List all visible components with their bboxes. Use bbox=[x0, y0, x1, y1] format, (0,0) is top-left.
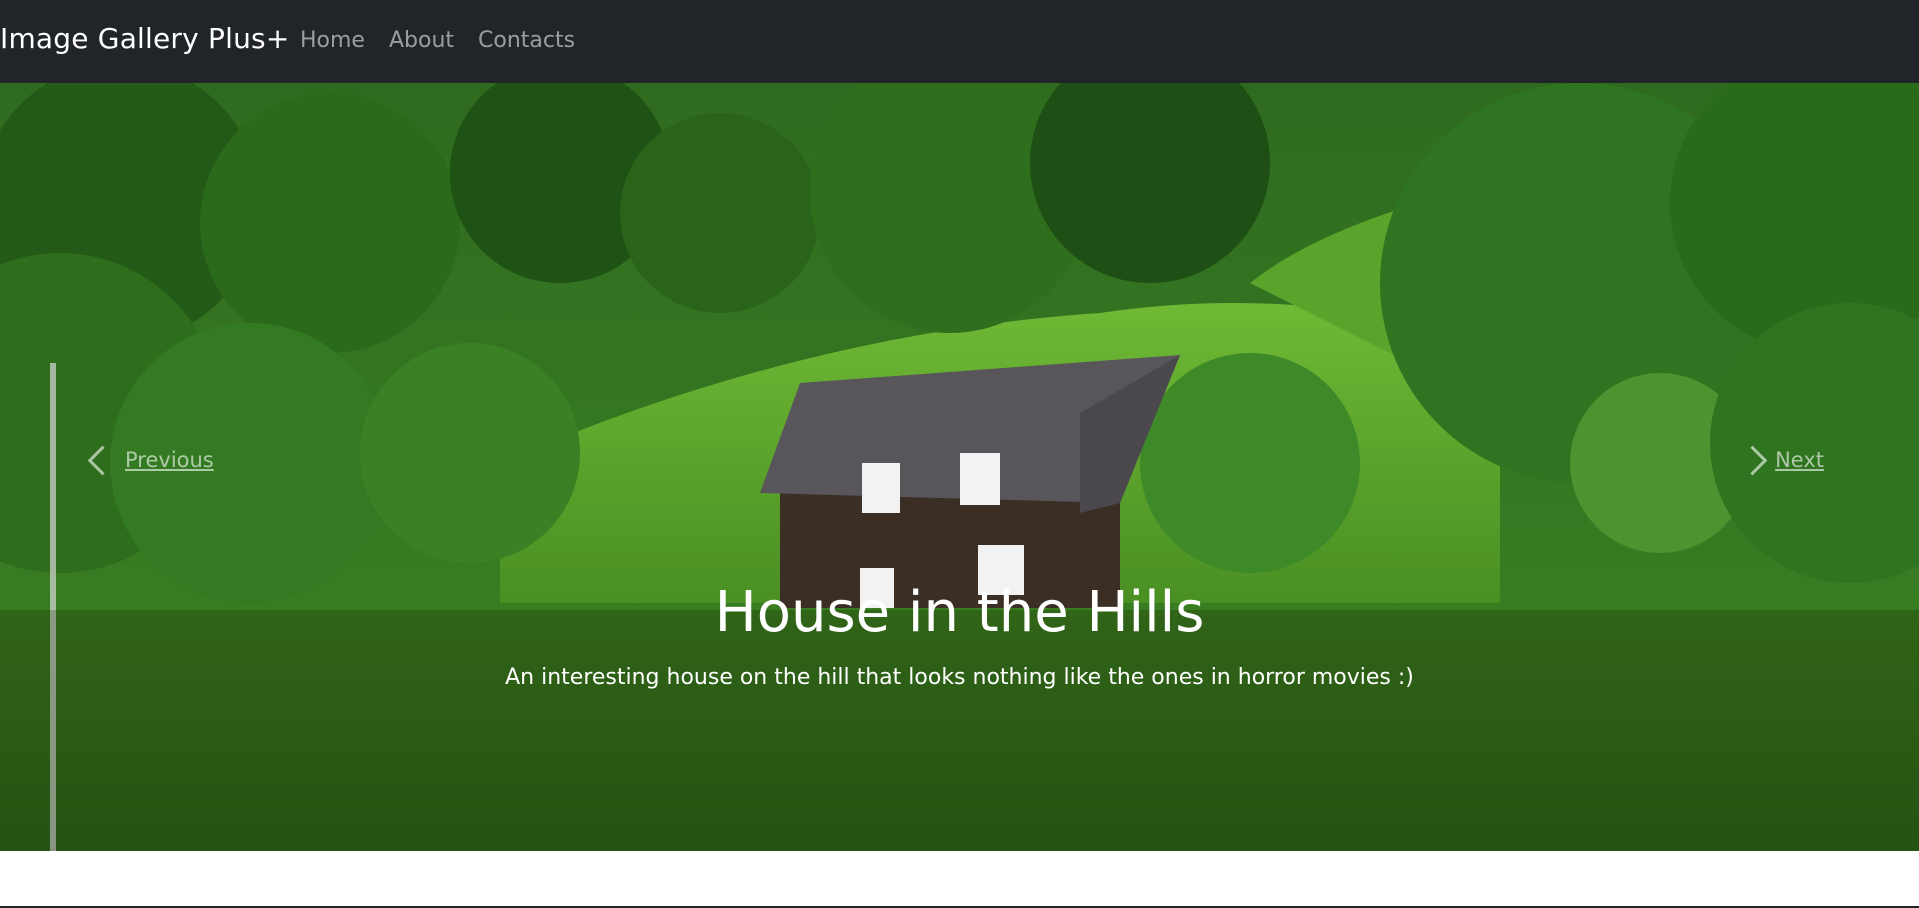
page-bottom bbox=[0, 851, 1919, 908]
chevron-right-icon bbox=[1737, 445, 1768, 475]
nav-links: Home About Contacts bbox=[300, 28, 599, 53]
nav-link-contacts[interactable]: Contacts bbox=[478, 28, 575, 53]
carousel-prev-label: Previous bbox=[125, 448, 214, 472]
caption-band bbox=[0, 610, 1919, 851]
carousel-next-button[interactable]: Next bbox=[1737, 445, 1824, 475]
nav-link-about[interactable]: About bbox=[389, 28, 454, 53]
brand-link[interactable]: Image Gallery Plus+ bbox=[0, 22, 289, 55]
image-carousel: Previous Next bbox=[0, 83, 1919, 851]
slide-description: An interesting house on the hill that lo… bbox=[505, 665, 1414, 690]
chevron-left-icon bbox=[87, 445, 118, 475]
carousel-next-label: Next bbox=[1775, 448, 1824, 472]
carousel-prev-button[interactable]: Previous bbox=[87, 445, 214, 475]
nav-link-home[interactable]: Home bbox=[300, 28, 365, 53]
slide-title: House in the Hills bbox=[714, 580, 1205, 645]
navbar: Image Gallery Plus+ Home About Contacts bbox=[0, 0, 1919, 83]
house-shape bbox=[760, 355, 1180, 608]
